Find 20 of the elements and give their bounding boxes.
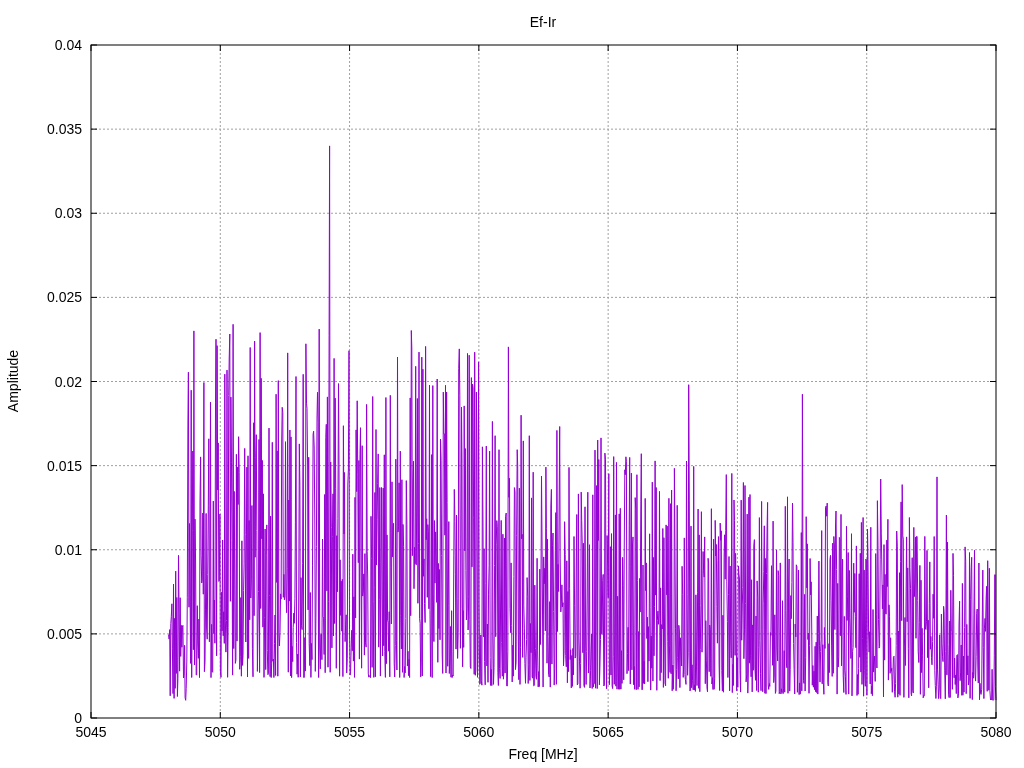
- x-tick-label: 5055: [334, 724, 366, 740]
- y-tick-label: 0.01: [54, 541, 82, 558]
- x-tick-label: 5050: [204, 724, 236, 740]
- y-tick-label: 0: [74, 710, 82, 726]
- y-tick-label: 0.035: [46, 121, 82, 138]
- x-tick-label: 5080: [980, 724, 1012, 740]
- x-tick-label: 5075: [851, 724, 883, 740]
- y-axis-label: Amplitude: [5, 349, 21, 413]
- y-tick-label: 0.015: [46, 457, 82, 474]
- x-axis-label: Freq [MHz]: [508, 746, 578, 762]
- y-tick-label: 0.04: [54, 37, 82, 53]
- x-tick-label: 5070: [721, 724, 753, 740]
- y-tick-label: 0.005: [46, 625, 82, 642]
- x-tick-label: 5065: [592, 724, 624, 740]
- y-tick-label: 0.02: [54, 373, 82, 390]
- x-tick-label: 5045: [75, 724, 107, 740]
- y-tick-label: 0.025: [46, 289, 82, 306]
- chart-title: Ef-Ir: [529, 14, 557, 30]
- x-tick-label: 5060: [463, 724, 495, 740]
- y-tick-label: 0.03: [54, 205, 82, 222]
